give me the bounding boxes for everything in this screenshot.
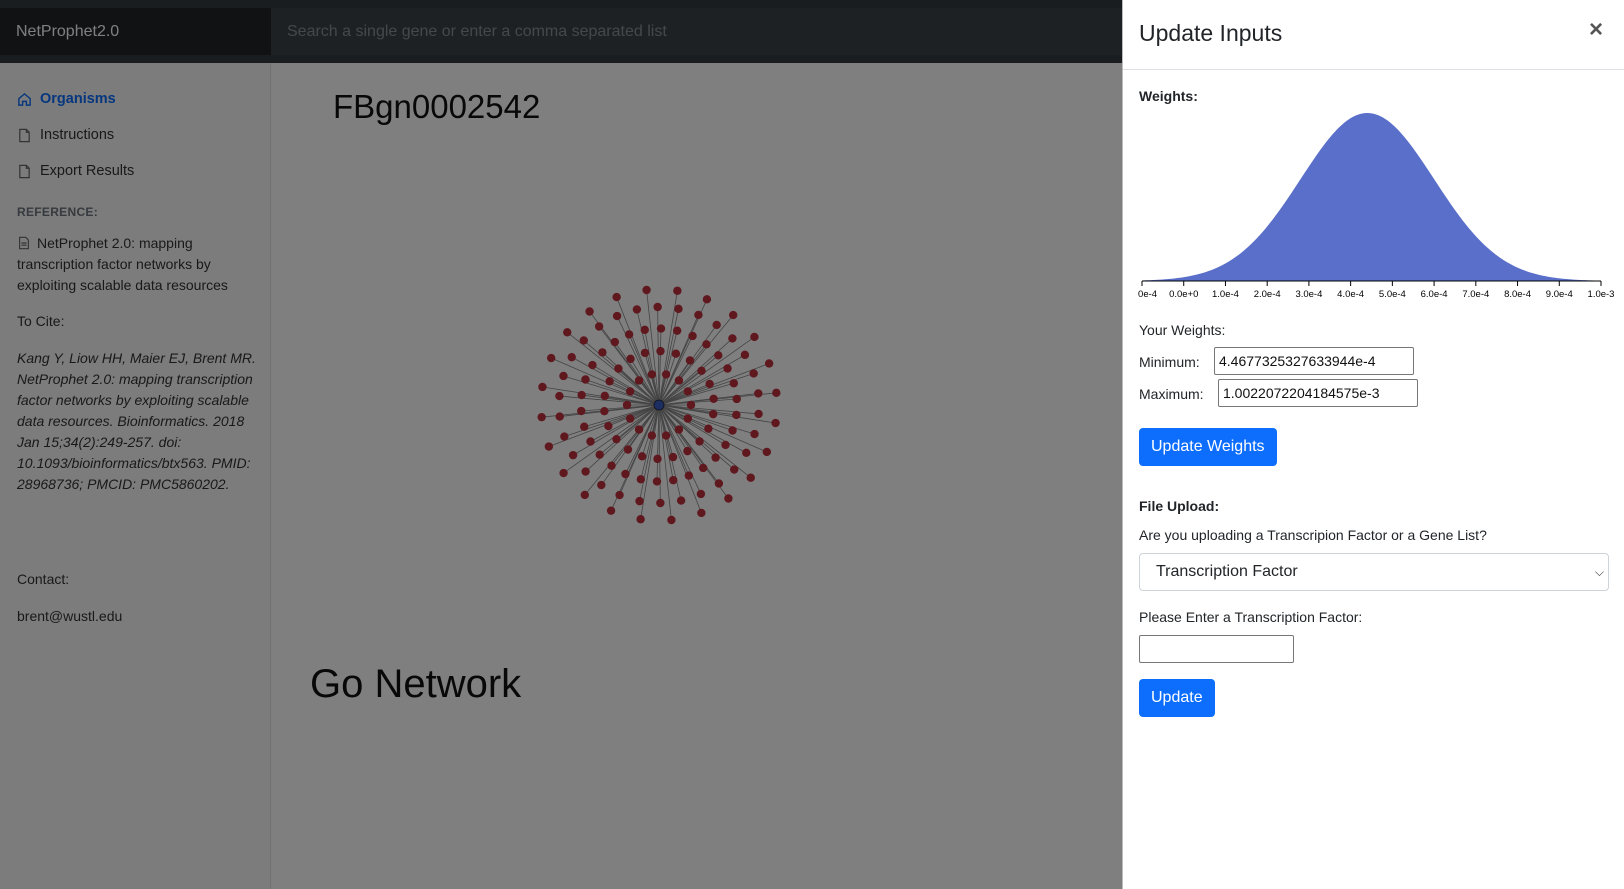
chevron-down-icon: ⌵	[1594, 565, 1604, 579]
x-tick-label: 0.0e+0	[1169, 289, 1198, 300]
file-upload-label: File Upload:	[1139, 498, 1220, 514]
panel-title: Update Inputs	[1139, 20, 1283, 46]
panel-header: Update Inputs ×	[1123, 0, 1624, 70]
x-tick-label: 2.0e-4	[1254, 289, 1281, 300]
x-tick-label: 1.0e-4	[1212, 289, 1239, 300]
maximum-weight-input[interactable]	[1218, 379, 1418, 407]
x-tick-label: 1.0e-3	[1588, 289, 1615, 300]
x-tick-label: 5.0e-4	[1379, 289, 1406, 300]
minimum-label: Minimum:	[1139, 354, 1200, 370]
weights-distribution-chart: -1.0e-4 0.0e+0 1.0e-4 2.0e-4 3.0e-4 4.0e-4 5.0…	[1138, 113, 1615, 300]
upload-question: Are you uploading a Transcripion Factor …	[1139, 527, 1487, 543]
minimum-weight-input[interactable]	[1214, 347, 1414, 375]
upload-type-selected: Transcription Factor	[1156, 563, 1298, 580]
close-icon[interactable]: ×	[1589, 18, 1603, 42]
x-tick-label: 6.0e-4	[1421, 289, 1448, 300]
transcription-factor-input[interactable]	[1139, 635, 1294, 663]
your-weights-label: Your Weights:	[1139, 322, 1226, 338]
x-tick-label: 4.0e-4	[1337, 289, 1364, 300]
x-tick-label: 7.0e-4	[1462, 289, 1489, 300]
tf-prompt-label: Please Enter a Transcription Factor:	[1139, 609, 1363, 625]
x-tick-label: -1.0e-4	[1138, 289, 1157, 300]
update-weights-button[interactable]: Update Weights	[1139, 428, 1277, 466]
x-tick-label: 8.0e-4	[1504, 289, 1531, 300]
weights-area	[1142, 113, 1601, 281]
x-tick-label: 3.0e-4	[1295, 289, 1322, 300]
x-tick-label: 9.0e-4	[1546, 289, 1573, 300]
update-inputs-panel: Update Inputs × Weights: -1.0e-40.0e+01.…	[1122, 0, 1624, 889]
update-button[interactable]: Update	[1139, 679, 1215, 717]
maximum-label: Maximum:	[1139, 386, 1204, 402]
upload-type-select[interactable]: Transcription Factor ⌵	[1139, 553, 1609, 591]
